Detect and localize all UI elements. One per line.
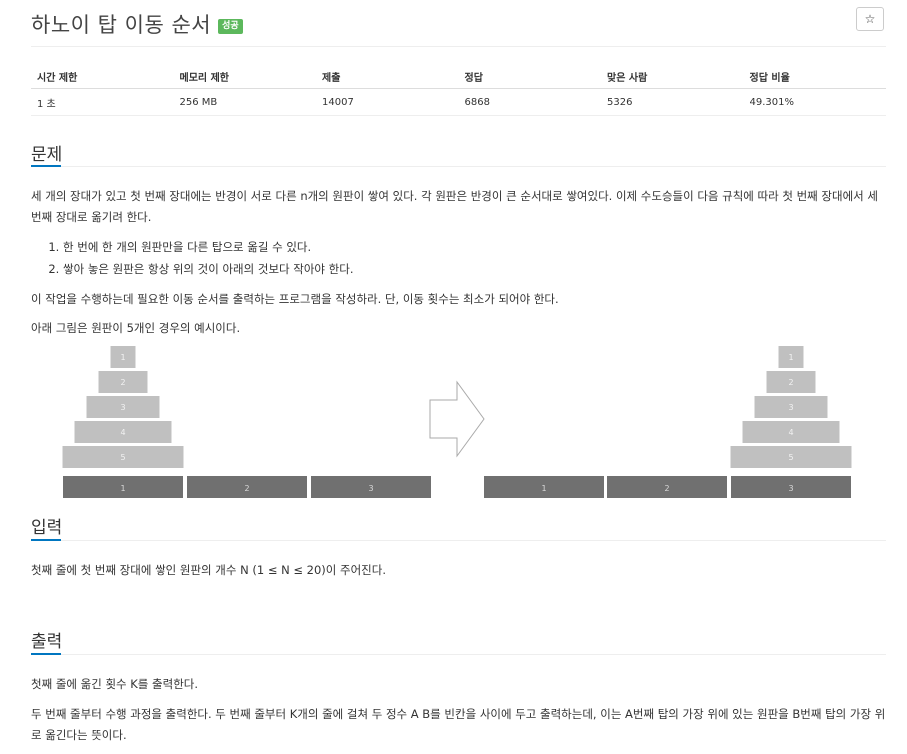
stats-submissions: 14007 (316, 88, 459, 116)
input-heading: 입력 (31, 518, 63, 538)
peg-label: 1 (120, 484, 125, 493)
disk-label: 2 (788, 378, 793, 387)
problem-divider (31, 166, 886, 167)
stats-header-solvers: 맞은 사람 (601, 64, 744, 89)
stats-table: 시간 제한 메모리 제한 제출 정답 맞은 사람 정답 비율 1 초 256 M… (31, 64, 886, 116)
output-line-1: 첫째 줄에 옮긴 횟수 K를 출력한다. (31, 677, 199, 691)
output-divider (31, 654, 886, 655)
rules-list: 한 번에 한 개의 원판만을 다른 탑으로 옮길 수 있다. 쌓아 놓은 원판은… (31, 236, 883, 280)
stats-header-accept-ratio: 정답 비율 (743, 64, 886, 89)
output-accent (31, 653, 61, 655)
peg-label: 2 (664, 484, 669, 493)
stats-solvers: 5326 (601, 88, 744, 116)
disk-label: 3 (788, 403, 793, 412)
stats-header-row: 시간 제한 메모리 제한 제출 정답 맞은 사람 정답 비율 (31, 64, 886, 89)
peg-label: 3 (368, 484, 373, 493)
output-line-2: 두 번째 줄부터 수행 과정을 출력한다. 두 번째 줄부터 K개의 줄에 걸쳐… (31, 707, 886, 742)
page-title: 하노이 탑 이동 순서 (31, 13, 212, 37)
input-description: 첫째 줄에 첫 번째 장대에 쌓인 원판의 개수 N (1 ≤ N ≤ 20)이… (31, 563, 386, 577)
disk-label: 4 (120, 428, 125, 437)
stats-header-time-limit: 시간 제한 (31, 64, 174, 89)
figure-caption: 아래 그림은 원판이 5개인 경우의 예시이다. (31, 321, 241, 335)
right-tower: 1 2 3 5 4 3 2 1 (484, 346, 852, 498)
stats-value-row: 1 초 256 MB 14007 6868 5326 49.301% (31, 88, 886, 116)
problem-page: 하노이 탑 이동 순서 성공 ☆ 시간 제한 메모리 제한 제출 정답 맞은 사… (0, 0, 907, 754)
stats-header-submissions: 제출 (316, 64, 459, 89)
disk-label: 5 (120, 453, 125, 462)
peg-label: 3 (788, 484, 793, 493)
stats-memory-limit: 256 MB (173, 88, 316, 116)
right-arrow-icon (429, 380, 485, 458)
peg-label: 1 (541, 484, 546, 493)
disk-label: 5 (788, 453, 793, 462)
stats-header-accepted: 정답 (458, 64, 601, 89)
disk-label: 1 (120, 353, 125, 362)
disk-label: 2 (120, 378, 125, 387)
problem-accent (31, 165, 61, 167)
stats-time-limit: 1 초 (31, 88, 174, 116)
rule-item: 한 번에 한 개의 원판만을 다른 탑으로 옮길 수 있다. (63, 236, 883, 258)
disk-label: 3 (120, 403, 125, 412)
input-accent (31, 539, 61, 541)
problem-heading: 문제 (31, 145, 63, 165)
disk-label: 4 (788, 428, 793, 437)
stats-header-memory-limit: 메모리 제한 (173, 64, 316, 89)
status-badge: 성공 (218, 18, 243, 34)
disk-label: 1 (788, 353, 793, 362)
peg-label: 2 (244, 484, 249, 493)
input-divider (31, 540, 886, 541)
title-divider (31, 46, 886, 47)
stats-accept-ratio: 49.301% (743, 88, 886, 116)
rule-item: 쌓아 놓은 원판은 항상 위의 것이 아래의 것보다 작아야 한다. (63, 258, 883, 280)
title-row: 하노이 탑 이동 순서 성공 (31, 6, 243, 42)
output-heading: 출력 (31, 632, 63, 652)
hanoi-figure: 1 2 3 5 4 3 2 1 1 2 3 5 4 3 2 1 (62, 346, 852, 498)
left-tower: 1 2 3 5 4 3 2 1 (62, 346, 431, 498)
stats-accepted: 6868 (458, 88, 601, 116)
problem-intro: 세 개의 장대가 있고 첫 번째 장대에는 반경이 서로 다른 n개의 원판이 … (31, 189, 878, 224)
star-icon[interactable]: ☆ (856, 7, 884, 31)
problem-task: 이 작업을 수행하는데 필요한 이동 순서를 출력하는 프로그램을 작성하라. … (31, 292, 559, 306)
